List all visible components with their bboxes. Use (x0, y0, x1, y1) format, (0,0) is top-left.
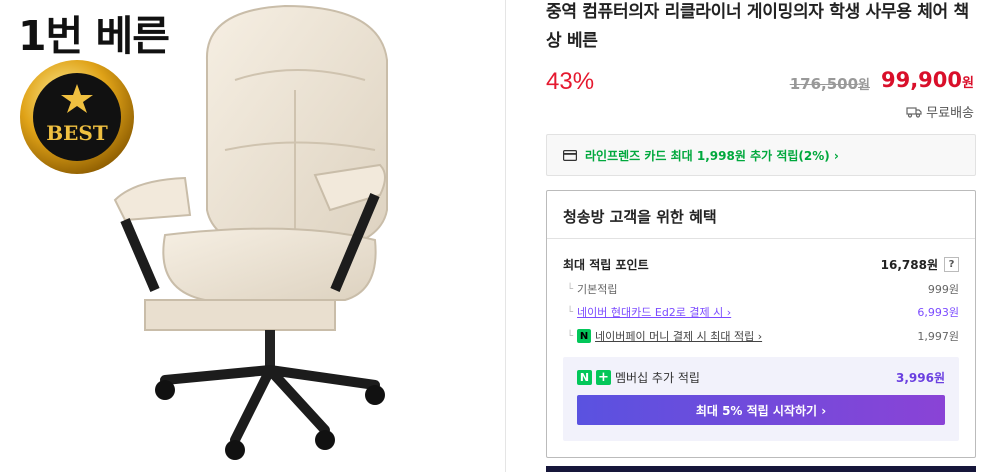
sale-price-value: 99,900 (880, 68, 963, 92)
original-price-value: 176,500 (789, 75, 859, 93)
tree-branch-icon: └ (567, 306, 574, 318)
shipping-info: 무료배송 (906, 102, 974, 121)
benefit-row-card: └ 네이버 현대카드 Ed2로 결제 시 › 6,993원 (563, 304, 959, 320)
product-info-panel: 중역 컴퓨터의자 리클라이너 게이밍의자 학생 사무용 체어 책상 베른 43%… (546, 0, 976, 472)
membership-row: N + 멤버십 추가 적립 3,996원 (577, 369, 945, 386)
max-points-label: 최대 적립 포인트 (563, 258, 649, 272)
credit-card-icon (563, 149, 577, 161)
benefit-npay-value: 1,997원 (917, 330, 959, 343)
chair-image (113, 4, 388, 460)
max-points-value: 16,788원 (880, 258, 938, 272)
card-promo-banner[interactable]: 라인프렌즈 카드 최대 1,998원 추가 적립(2%) › (546, 134, 976, 176)
naver-n-icon: N (577, 370, 592, 385)
shipping-label: 무료배송 (926, 106, 974, 121)
plus-icon: + (596, 370, 611, 385)
benefit-basic-label: 기본적립 (577, 283, 618, 296)
tree-branch-icon: └ (567, 283, 574, 295)
original-price-unit: 원 (858, 78, 870, 93)
sale-price: 99,900원 (881, 68, 974, 92)
membership-label: 멤버십 추가 적립 (615, 371, 700, 385)
product-image-area: 1번 베른 BEST (0, 0, 505, 472)
npay-icon: N (577, 329, 592, 343)
benefit-card-value: 6,993원 (917, 306, 959, 319)
original-price: 176,500원 (790, 74, 870, 93)
benefit-npay-link[interactable]: 네이버페이 머니 결제 시 최대 적립 › (595, 328, 762, 344)
benefit-basic-value: 999원 (927, 283, 959, 296)
max-points-row: 최대 적립 포인트 16,788원 ? (563, 256, 959, 273)
image-divider (505, 0, 506, 472)
sale-price-unit: 원 (962, 76, 974, 91)
benefit-box: 청송방 고객을 위한 혜택 최대 적립 포인트 16,788원 ? └ 기본적립 … (546, 190, 976, 458)
tree-branch-icon: └ (567, 330, 574, 342)
truck-icon (906, 106, 922, 118)
bottom-bar (546, 466, 976, 472)
membership-box: N + 멤버십 추가 적립 3,996원 최대 5% 적립 시작하기 › (563, 357, 959, 441)
discount-rate: 43% (546, 68, 595, 95)
benefit-row-basic: └ 기본적립 999원 (563, 281, 959, 297)
benefit-row-npay: └ N 네이버페이 머니 결제 시 최대 적립 › 1,997원 (563, 328, 959, 344)
product-title: 중역 컴퓨터의자 리클라이너 게이밍의자 학생 사무용 체어 책상 베른 (546, 2, 969, 51)
membership-value: 3,996원 (896, 371, 945, 385)
benefit-title: 청송방 고객을 위한 혜택 (547, 191, 975, 239)
membership-start-button[interactable]: 최대 5% 적립 시작하기 › (577, 395, 945, 425)
card-promo-text[interactable]: 라인프렌즈 카드 최대 1,998원 추가 적립(2%) › (585, 147, 839, 164)
benefit-card-link[interactable]: 네이버 현대카드 Ed2로 결제 시 › (577, 304, 731, 320)
help-icon[interactable]: ? (944, 257, 959, 272)
